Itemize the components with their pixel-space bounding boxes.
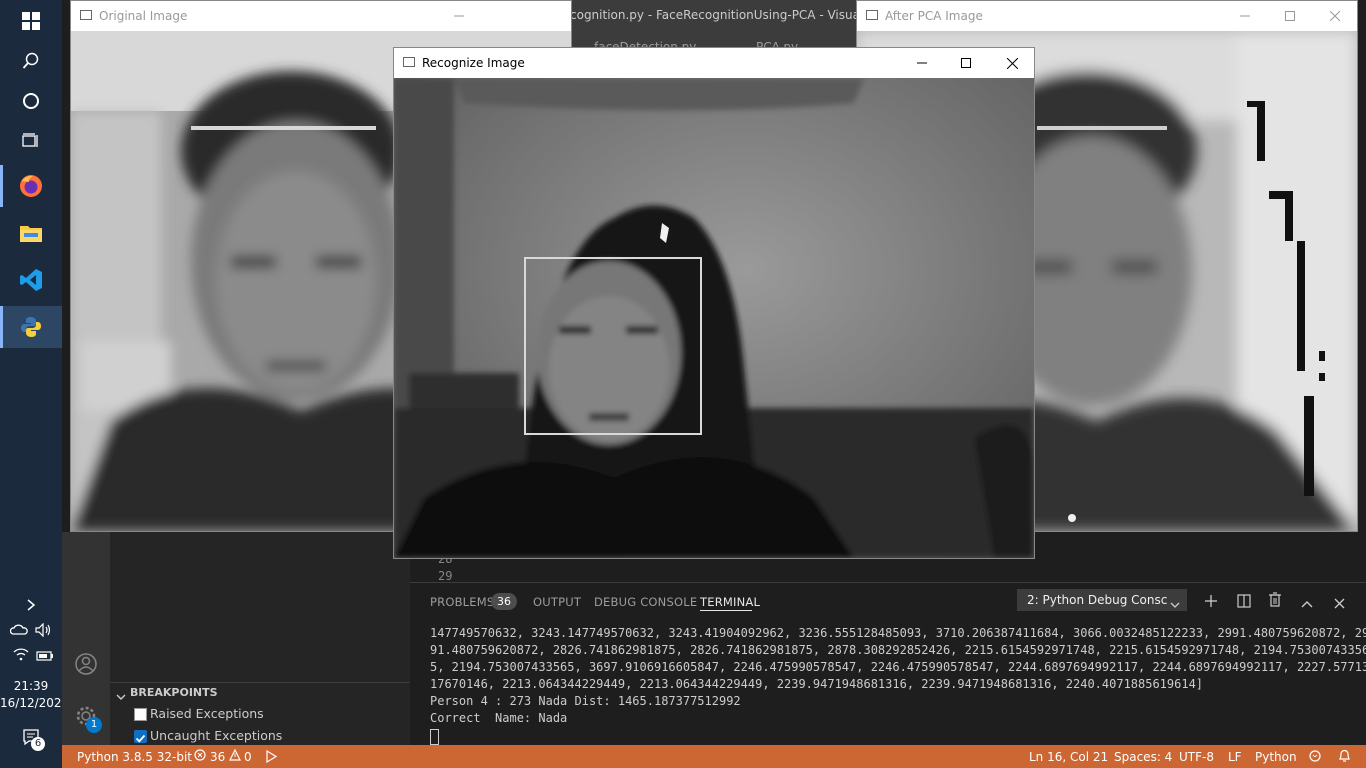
tab-problems[interactable]: PROBLEMS [430, 595, 494, 609]
close-panel-icon[interactable] [1334, 594, 1345, 613]
volume-icon[interactable] [35, 622, 53, 641]
onedrive-icon[interactable] [9, 622, 28, 641]
terminal-line: 147749570632, 3243.147749570632, 3243.41… [430, 626, 1366, 640]
vscode-activity-bar: 1 [62, 532, 110, 745]
tab-output[interactable]: OUTPUT [533, 595, 581, 609]
minimize-icon[interactable] [1222, 1, 1268, 31]
battery-icon[interactable] [36, 647, 54, 666]
language-mode[interactable]: Python [1255, 750, 1297, 764]
window-title: After PCA Image [885, 9, 983, 23]
breakpoints-section[interactable]: BREAKPOINTS [110, 682, 410, 703]
uncaught-exceptions-checkbox[interactable] [134, 730, 147, 743]
breakpoint-label: Uncaught Exceptions [150, 728, 283, 743]
problems-count-badge: 36 [491, 593, 517, 610]
windows-start-icon[interactable] [0, 0, 62, 42]
clock-date[interactable]: 16/12/2020 [0, 696, 69, 710]
cursor-position[interactable]: Ln 16, Col 21 [1029, 750, 1108, 764]
maximize-icon[interactable] [943, 48, 989, 78]
minimize-icon[interactable] [436, 1, 482, 31]
line-ending[interactable]: LF [1228, 750, 1242, 764]
tab-terminal[interactable]: TERMINAL [700, 595, 760, 609]
line-number: 29 [438, 569, 453, 583]
error-count[interactable]: 36 [210, 750, 225, 764]
notification-count-badge: 6 [31, 737, 45, 751]
task-view-icon[interactable] [0, 120, 62, 162]
windows-taskbar: 21:39 16/12/2020 6 [0, 0, 69, 768]
window-titlebar[interactable]: After PCA Image [857, 1, 1357, 31]
debug-sidebar: BREAKPOINTS Raised Exceptions Uncaught E… [110, 532, 410, 745]
status-bar: Python 3.8.5 32-bit 36 0 Ln 16, Col 21 S… [62, 745, 1366, 768]
terminal-selector-dropdown[interactable]: 2: Python Debug Consc [1017, 589, 1187, 611]
chevron-down-icon [116, 687, 126, 706]
python-icon[interactable] [0, 306, 62, 348]
terminal-line: 17670146, 2213.064344229449, 2213.064344… [430, 677, 1204, 691]
raised-exceptions-checkbox[interactable] [134, 708, 147, 721]
terminal-output[interactable]: 147749570632, 3243.147749570632, 3243.41… [430, 625, 1366, 745]
notifications-bell-icon[interactable] [1338, 749, 1351, 766]
tab-debug-console[interactable]: DEBUG CONSOLE [594, 595, 697, 609]
settings-update-badge: 1 [86, 717, 102, 733]
terminal-line: Correct Name: Nada [430, 711, 568, 725]
clock-time[interactable]: 21:39 [0, 679, 62, 693]
window-app-icon [866, 10, 878, 20]
split-terminal-icon[interactable] [1237, 593, 1251, 612]
warning-count[interactable]: 0 [244, 750, 252, 764]
running-indicator [0, 306, 3, 348]
window-app-icon [80, 10, 92, 20]
run-debug-icon[interactable] [265, 749, 278, 766]
warning-icon [229, 748, 241, 764]
file-explorer-icon[interactable] [0, 212, 62, 254]
maximize-icon[interactable] [1267, 1, 1313, 31]
wifi-icon[interactable] [12, 646, 30, 665]
close-icon[interactable] [1312, 1, 1358, 31]
window-title: Original Image [99, 9, 188, 23]
notifications-icon[interactable]: 6 [22, 728, 45, 751]
new-terminal-plus-icon[interactable] [1204, 593, 1218, 612]
breakpoints-header: BREAKPOINTS [130, 686, 218, 699]
minimize-icon[interactable] [899, 48, 945, 78]
show-hidden-icons-chevron-icon[interactable] [0, 585, 62, 625]
error-icon [194, 749, 206, 764]
indentation[interactable]: Spaces: 4 [1114, 750, 1172, 764]
close-icon[interactable] [989, 48, 1035, 78]
vscode-window-title: cognition.py - FaceRecognitionUsing-PCA … [570, 8, 888, 22]
python-interpreter[interactable]: Python 3.8.5 32-bit [77, 750, 192, 764]
webcam-frame-image [394, 78, 1034, 558]
search-icon[interactable] [0, 40, 62, 82]
terminal-cursor [430, 729, 439, 745]
manage-gear-icon[interactable]: 1 [75, 705, 102, 733]
window-title: Recognize Image [422, 56, 525, 70]
chevron-down-icon [1170, 595, 1180, 614]
window-titlebar[interactable]: Original Image [71, 1, 571, 31]
terminal-line: Person 4 : 273 Nada Dist: 1465.187377512… [430, 694, 741, 708]
running-indicator [0, 165, 3, 207]
accounts-icon[interactable] [75, 653, 97, 679]
window-titlebar[interactable]: Recognize Image [394, 48, 1034, 78]
bottom-panel: PROBLEMS 36 OUTPUT DEBUG CONSOLE TERMINA… [410, 582, 1366, 746]
active-tab-underline [700, 610, 752, 611]
breakpoint-label: Raised Exceptions [150, 706, 264, 721]
window-app-icon [403, 57, 415, 67]
terminal-selector-label: 2: Python Debug Consc [1027, 593, 1168, 607]
terminal-line: 91.480759620872, 2826.741862981875, 2826… [430, 643, 1366, 657]
encoding[interactable]: UTF-8 [1179, 750, 1214, 764]
maximize-panel-chevron-up-icon[interactable] [1301, 594, 1313, 613]
trash-icon[interactable] [1268, 592, 1282, 611]
terminal-line: 5, 2194.753007433565, 3697.9106916605847… [430, 660, 1366, 674]
recognize-image-window[interactable]: Recognize Image [393, 47, 1035, 559]
firefox-icon[interactable] [0, 165, 62, 207]
feedback-icon[interactable] [1308, 750, 1322, 766]
vscode-icon[interactable] [0, 259, 62, 301]
cortana-icon[interactable] [0, 80, 62, 122]
